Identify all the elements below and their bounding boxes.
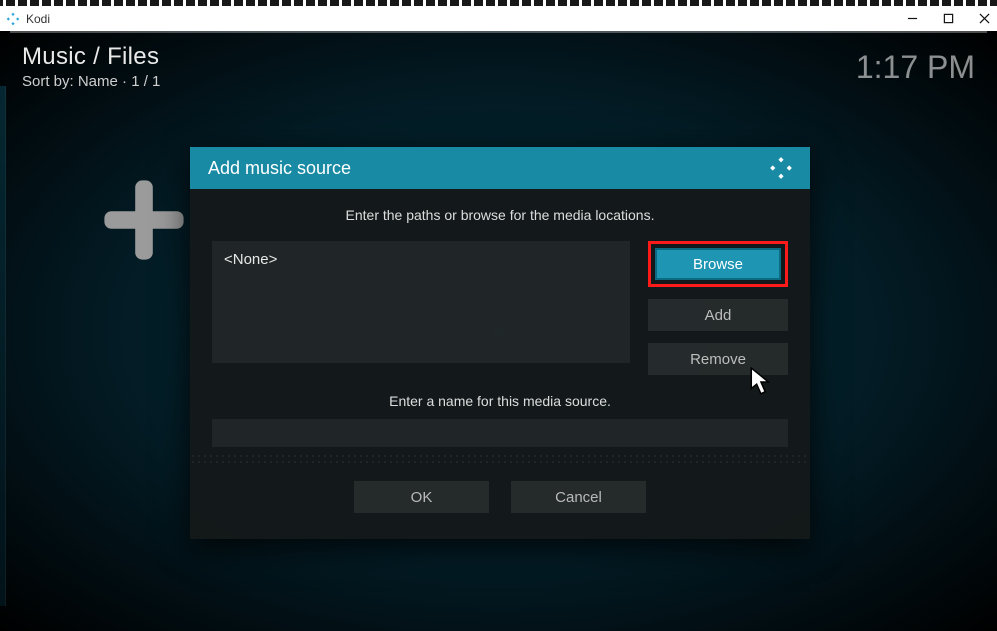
paths-instruction: Enter the paths or browse for the media … [212,207,788,223]
name-instruction: Enter a name for this media source. [212,393,788,409]
minimize-button[interactable] [905,12,919,26]
app-title: Kodi [26,12,50,26]
dialog-header: Add music source [190,147,810,189]
path-entry-none[interactable]: <None> [224,251,618,268]
cancel-button[interactable]: Cancel [511,481,646,513]
divider-dotted [190,453,810,463]
window-titlebar: Kodi [0,6,997,31]
browse-highlight-annotation: Browse [648,241,788,287]
close-button[interactable] [977,12,991,26]
source-name-input[interactable] [212,419,788,447]
remove-button[interactable]: Remove [648,343,788,375]
sort-status: Sort by: Name · 1 / 1 [22,73,160,90]
add-button[interactable]: Add [648,299,788,331]
browse-button[interactable]: Browse [655,248,781,280]
kodi-icon [6,12,20,26]
kodi-icon [770,157,792,179]
dialog-title: Add music source [208,158,351,179]
maximize-button[interactable] [941,12,955,26]
breadcrumb: Music / Files [22,43,159,71]
sidebar-handle[interactable] [0,86,6,606]
title-glitch-artifact [0,0,997,6]
add-source-tile[interactable] [100,176,188,264]
clock: 1:17 PM [856,49,975,86]
dialog-body: Enter the paths or browse for the media … [190,189,810,539]
add-music-source-dialog: Add music source Enter the paths or brow… [190,147,810,539]
window-controls [905,12,991,26]
app-body: Music / Files Sort by: Name · 1 / 1 1:17… [0,31,997,631]
paths-list[interactable]: <None> [212,241,630,363]
top-edge-highlight [10,31,987,33]
ok-button[interactable]: OK [354,481,489,513]
plus-icon [100,176,188,264]
